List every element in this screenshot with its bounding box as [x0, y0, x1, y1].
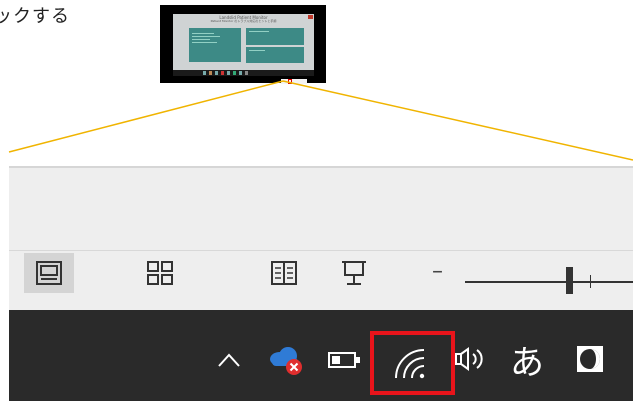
slide-show-button[interactable]	[329, 253, 379, 293]
thumbnail-panel-left	[189, 28, 241, 62]
normal-view-button[interactable]	[24, 253, 74, 293]
thumbnail-subtitle: Patient Monitor のトラブル対応のヒントと手順	[210, 19, 277, 23]
thumbnail-screen: Landslid Patient Monitor Patient Monitor…	[173, 14, 314, 70]
zoom-slider-thumb[interactable]	[566, 267, 573, 294]
zoom-out-button[interactable]: –	[432, 261, 443, 283]
volume-button[interactable]	[448, 342, 492, 376]
wifi-button[interactable]	[370, 331, 455, 395]
presentation-icon	[342, 261, 366, 285]
notification-icon	[577, 346, 603, 372]
zoom-slider-center-tick	[590, 275, 591, 288]
thumbnail-taskbar	[173, 70, 314, 76]
ribbon-divider	[9, 250, 633, 251]
zoom-slider-track[interactable]	[465, 281, 633, 283]
screen-thumbnail: Landslid Patient Monitor Patient Monitor…	[160, 5, 326, 84]
battery-icon	[328, 352, 360, 368]
thumbnail-panel-top-right	[246, 28, 304, 45]
thumbnail-taskbar-icons	[203, 71, 263, 75]
chevron-up-icon	[218, 353, 240, 367]
thumbnail-close-icon	[308, 15, 313, 19]
show-hidden-icons-button[interactable]	[209, 345, 249, 375]
onedrive-button[interactable]	[263, 340, 309, 380]
instruction-caption: ックする	[0, 6, 70, 27]
notification-center-button[interactable]	[570, 339, 610, 379]
onedrive-error-icon	[270, 347, 302, 375]
thumbnail-panel-bottom-right	[246, 47, 304, 63]
slide-sorter-icon	[147, 261, 173, 285]
speaker-icon	[455, 347, 483, 371]
ime-mode-button[interactable]: あ	[503, 335, 551, 383]
status-bar-area	[9, 168, 633, 310]
thumbnail-tray-highlight	[288, 79, 292, 84]
reading-view-button[interactable]	[259, 253, 309, 293]
thumbnail-tray-callout	[281, 79, 307, 84]
wifi-highlight-box	[370, 331, 455, 395]
slide-sorter-button[interactable]	[135, 253, 185, 293]
normal-view-icon	[36, 261, 62, 285]
book-icon	[271, 261, 297, 285]
battery-button[interactable]	[325, 345, 365, 375]
